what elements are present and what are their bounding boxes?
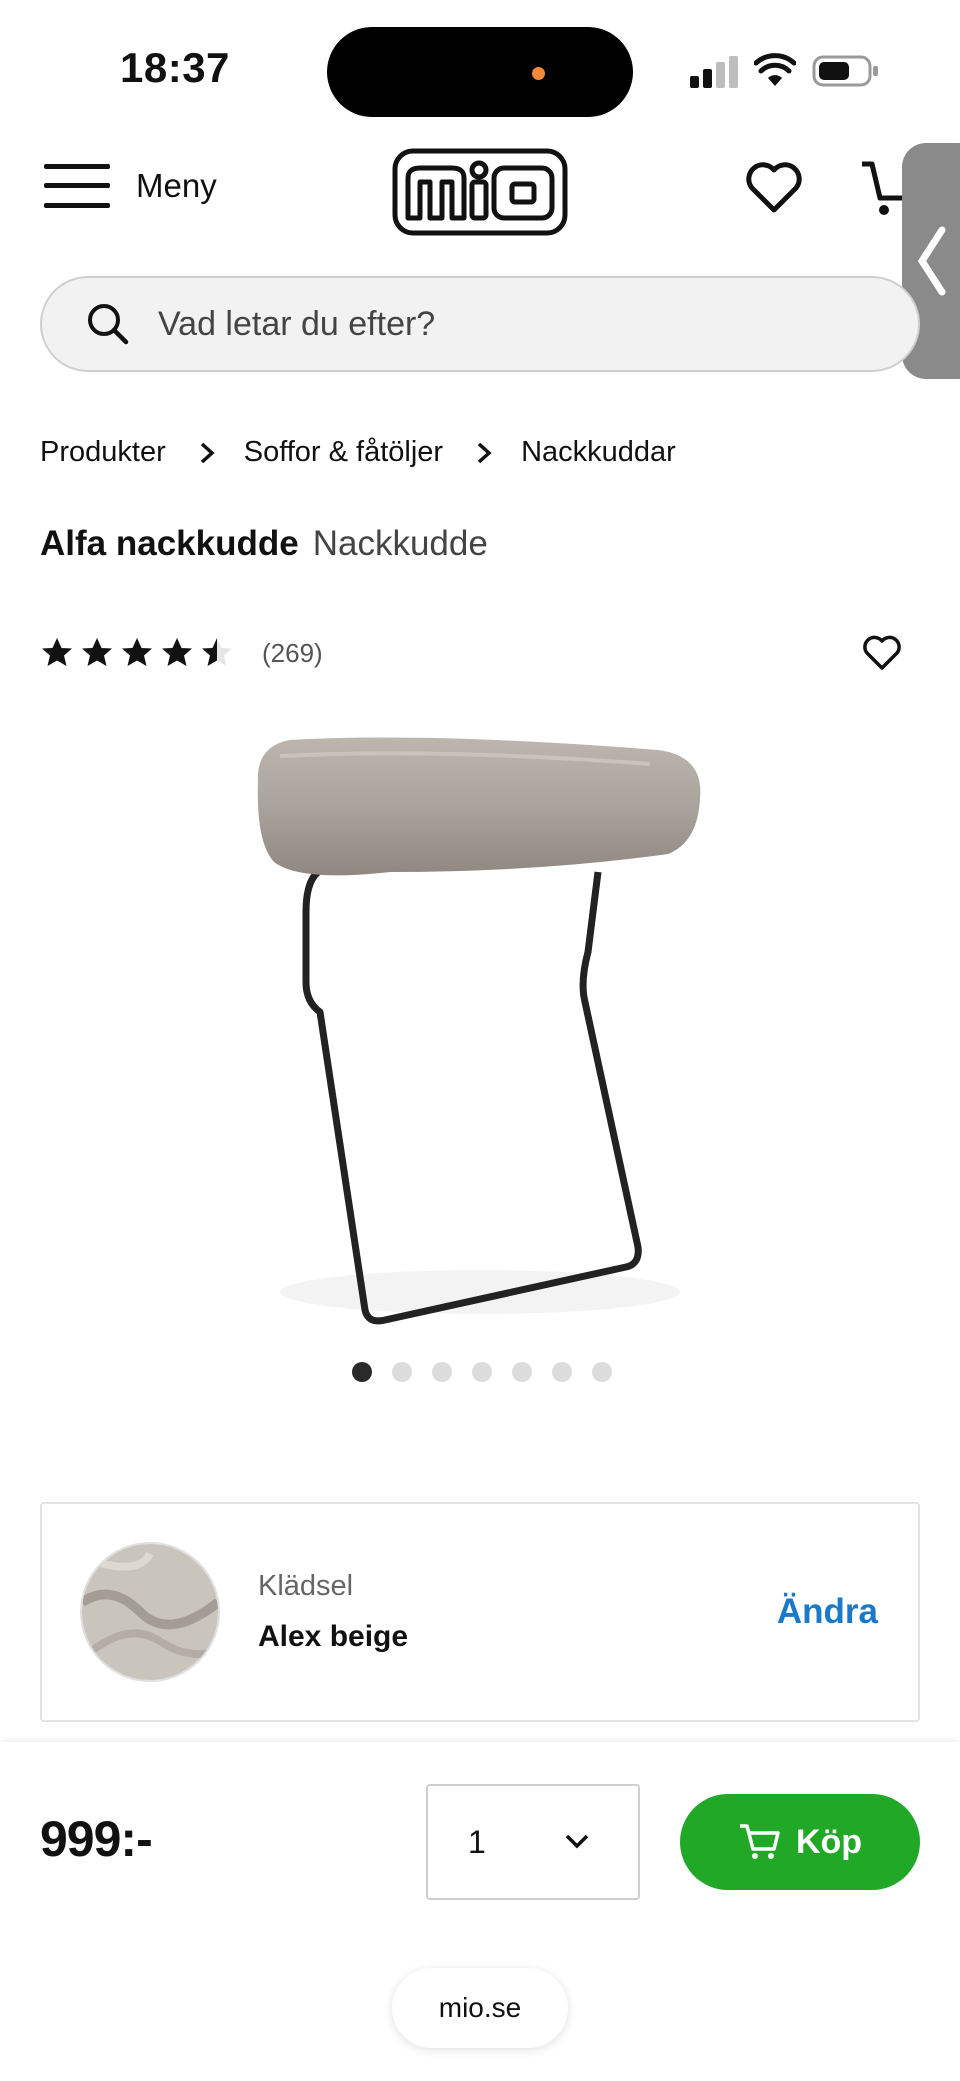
chevron-down-icon xyxy=(565,1834,589,1849)
review-count: (269) xyxy=(262,637,323,668)
image-carousel-dots[interactable] xyxy=(352,1362,612,1382)
chevron-right-icon xyxy=(477,442,492,463)
dynamic-island xyxy=(327,27,633,117)
cellular-signal-icon xyxy=(690,56,738,88)
buy-bar: 999:- 1 Köp mio.se xyxy=(0,1742,960,2081)
product-title: Alfa nackkudde Nackkudde xyxy=(40,524,488,564)
upholstery-label: Klädsel xyxy=(258,1570,354,1602)
quantity-value: 1 xyxy=(468,1823,486,1860)
product-type: Nackkudde xyxy=(312,524,488,563)
recording-indicator-icon xyxy=(532,67,545,80)
wishlist-heart-icon[interactable] xyxy=(744,160,804,216)
breadcrumb: Produkter Soffor & fåtöljer Nackkuddar xyxy=(40,436,676,469)
add-to-favorites-heart-icon[interactable] xyxy=(862,634,902,672)
status-time: 18:37 xyxy=(120,44,230,91)
upholstery-selector[interactable]: Klädsel Alex beige Ändra xyxy=(40,1502,920,1722)
breadcrumb-produkter[interactable]: Produkter xyxy=(40,436,166,469)
search-bar[interactable] xyxy=(40,276,920,372)
carousel-dot[interactable] xyxy=(592,1362,612,1382)
buy-button[interactable]: Köp xyxy=(680,1794,920,1890)
url-text: mio.se xyxy=(438,1992,522,2023)
rating-stars xyxy=(40,636,234,670)
mio-logo[interactable] xyxy=(392,148,568,236)
product-image[interactable] xyxy=(240,712,720,1332)
menu-label: Meny xyxy=(136,167,217,204)
product-name: Alfa nackkudde xyxy=(40,524,299,563)
browser-url-pill[interactable]: mio.se xyxy=(392,1968,568,2048)
wifi-icon xyxy=(754,53,796,86)
battery-icon xyxy=(812,55,878,87)
breadcrumb-soffor[interactable]: Soffor & fåtöljer xyxy=(244,436,443,469)
change-upholstery-link[interactable]: Ändra xyxy=(777,1592,878,1632)
search-input[interactable] xyxy=(158,304,858,344)
fabric-swatch-image xyxy=(80,1542,220,1682)
carousel-dot[interactable] xyxy=(552,1362,572,1382)
product-rating[interactable]: (269) xyxy=(40,636,323,670)
star-half-icon xyxy=(202,638,232,666)
carousel-dot[interactable] xyxy=(512,1362,532,1382)
carousel-dot[interactable] xyxy=(472,1362,492,1382)
breadcrumb-nackkuddar[interactable]: Nackkuddar xyxy=(521,436,676,469)
status-bar: 18:37 xyxy=(0,0,960,140)
star-filled-icon xyxy=(82,638,112,666)
search-icon xyxy=(88,304,129,345)
hamburger-icon xyxy=(44,162,110,210)
site-header: Meny xyxy=(0,140,960,270)
star-filled-icon xyxy=(162,638,192,666)
cart-icon xyxy=(739,1824,780,1859)
carousel-dot[interactable] xyxy=(352,1362,372,1382)
buy-label: Köp xyxy=(795,1822,863,1861)
quantity-select[interactable]: 1 xyxy=(426,1784,640,1900)
chevron-right-icon xyxy=(200,442,215,463)
carousel-dot[interactable] xyxy=(432,1362,452,1382)
star-filled-icon xyxy=(42,638,72,666)
chevron-left-icon xyxy=(917,226,946,296)
menu-button[interactable]: Meny xyxy=(44,162,217,210)
star-filled-icon xyxy=(122,638,152,666)
upholstery-value: Alex beige xyxy=(258,1620,409,1653)
carousel-dot[interactable] xyxy=(392,1362,412,1382)
product-price: 999:- xyxy=(40,1811,153,1867)
